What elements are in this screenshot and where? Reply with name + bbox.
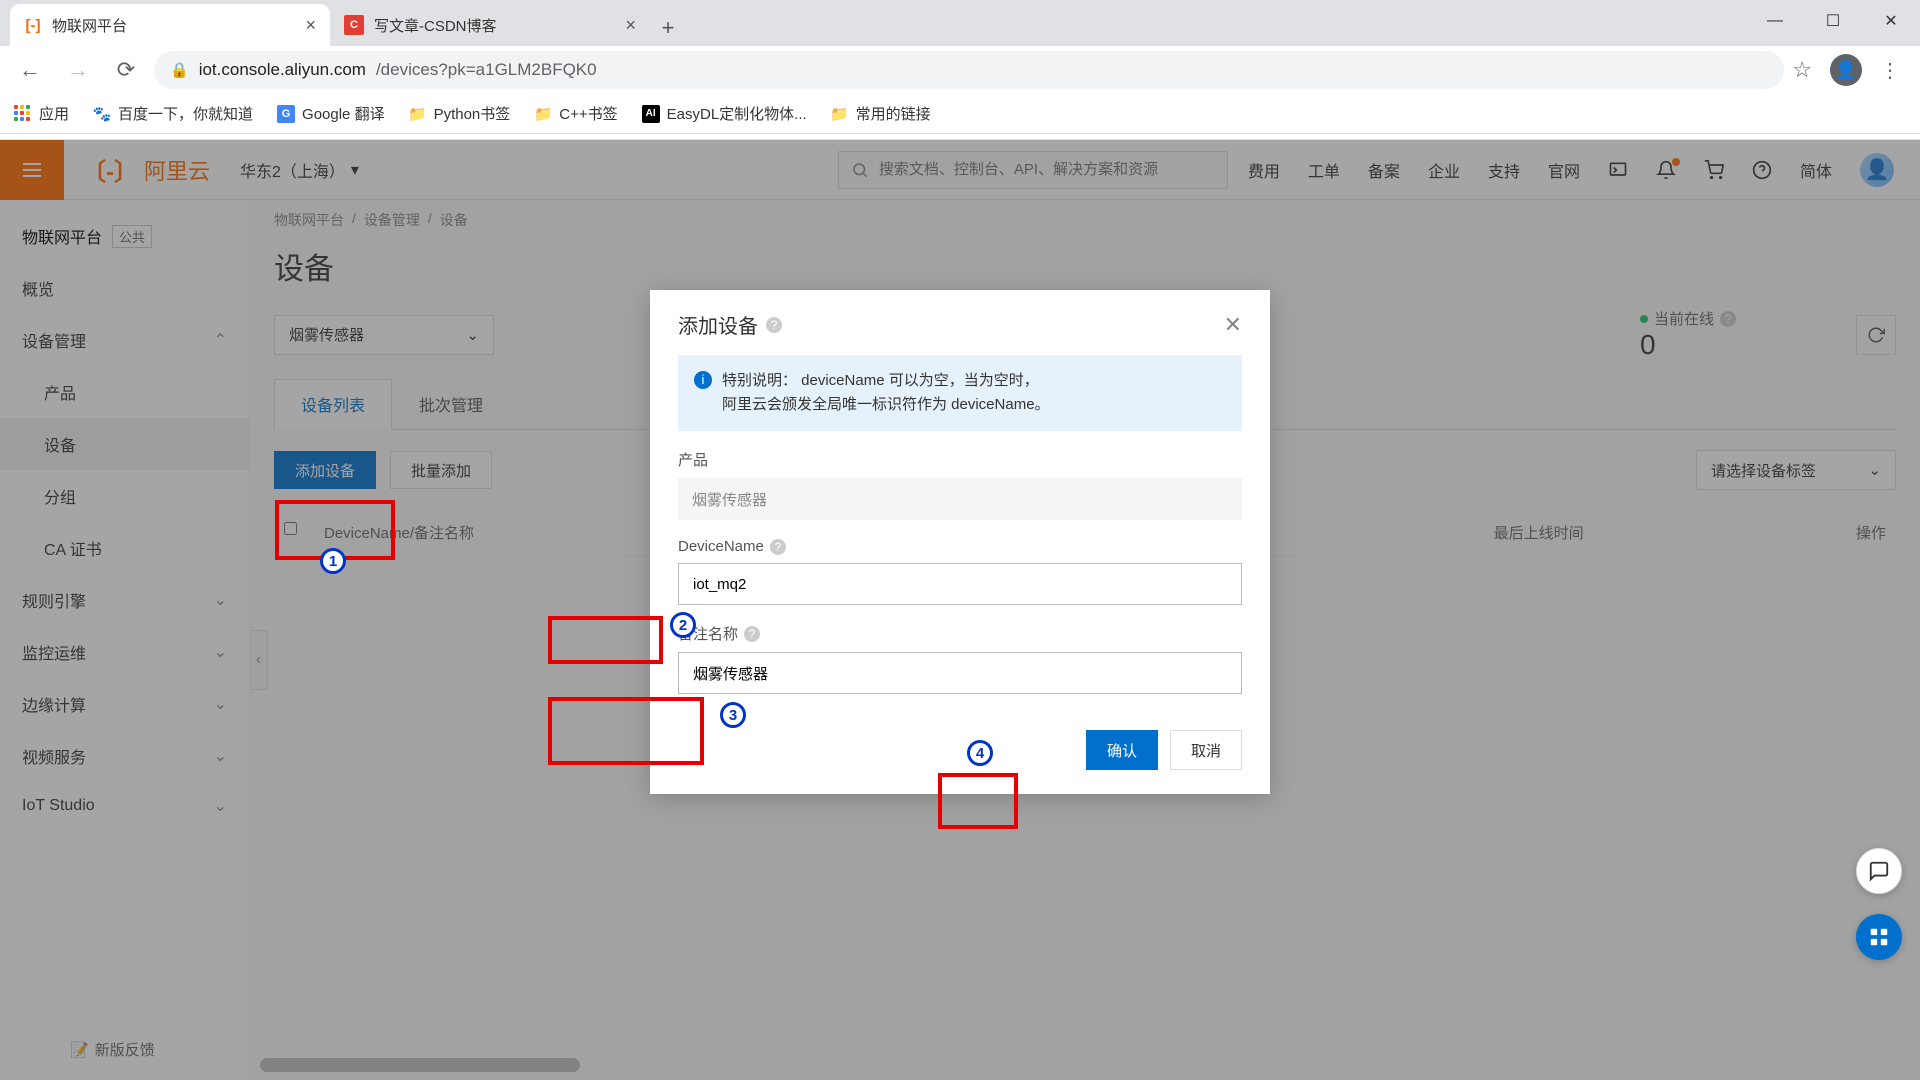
url-domain: iot.console.aliyun.com [199,60,366,80]
bookmark-cpp[interactable]: 📁C++书签 [534,103,617,124]
apps-shortcut[interactable]: 应用 [14,103,69,124]
tab-title: 写文章-CSDN博客 [374,15,615,36]
confirm-button[interactable]: 确认 [1086,730,1158,770]
forward-button[interactable]: → [58,50,98,90]
bookmark-python[interactable]: 📁Python书签 [409,103,511,124]
tab-strip: [-] 物联网平台 × C 写文章-CSDN博客 × + — ☐ ✕ [0,0,1920,46]
profile-avatar-icon[interactable]: 👤 [1830,54,1862,86]
google-translate-icon: G [277,105,295,123]
url-input[interactable]: 🔒 iot.console.aliyun.com/devices?pk=a1GL… [154,51,1784,89]
window-controls: — ☐ ✕ [1746,0,1920,42]
modal-title: 添加设备 ? [678,310,782,339]
folder-icon: 📁 [534,105,552,123]
cancel-button[interactable]: 取消 [1170,730,1242,770]
tab-close-icon[interactable]: × [305,15,316,36]
remark-input[interactable] [678,652,1242,694]
grid-icon [1868,926,1890,948]
info-icon: i [694,371,712,389]
reload-button[interactable]: ⟳ [106,50,146,90]
chat-icon [1868,860,1890,882]
bookmark-common[interactable]: 📁常用的链接 [831,103,931,124]
url-path: /devices?pk=a1GLM2BFQK0 [376,60,597,80]
minimize-button[interactable]: — [1746,0,1804,42]
back-button[interactable]: ← [10,50,50,90]
csdn-favicon: C [344,15,364,35]
modal-body: i 特别说明： deviceName 可以为空，当为空时， 阿里云会颁发全局唯一… [650,349,1270,714]
product-field: 产品 烟雾传感器 [678,449,1242,520]
devicename-field: DeviceName? [678,538,1242,605]
apps-icon [14,105,32,123]
devicename-input[interactable] [678,563,1242,605]
tab-csdn[interactable]: C 写文章-CSDN博客 × [330,4,650,46]
chat-float-button[interactable] [1856,848,1902,894]
tab-title: 物联网平台 [52,15,295,36]
lock-icon: 🔒 [170,61,189,79]
info-notice: i 特别说明： deviceName 可以为空，当为空时， 阿里云会颁发全局唯一… [678,355,1242,431]
bookmarks-bar: 应用 🐾百度一下，你就知道 GGoogle 翻译 📁Python书签 📁C++书… [0,94,1920,134]
tab-iot[interactable]: [-] 物联网平台 × [10,4,330,46]
bookmark-easydl[interactable]: AIEasyDL定制化物体... [642,103,807,124]
tab-close-icon[interactable]: × [625,15,636,36]
new-tab-button[interactable]: + [650,10,686,46]
floating-buttons [1856,848,1902,960]
modal-header: 添加设备 ? ✕ [650,290,1270,349]
remark-field: 备注名称? [678,623,1242,694]
browser-menu-icon[interactable]: ⋮ [1880,58,1900,83]
devicename-label: DeviceName? [678,538,1242,555]
help-tooltip-icon[interactable]: ? [744,626,760,642]
help-tooltip-icon[interactable]: ? [766,317,782,333]
remark-label: 备注名称? [678,623,1242,644]
product-label: 产品 [678,449,1242,470]
modal-footer: 确认 取消 [650,714,1270,794]
close-window-button[interactable]: ✕ [1862,0,1920,42]
bookmark-star-icon[interactable]: ☆ [1792,57,1812,83]
bookmark-gtranslate[interactable]: GGoogle 翻译 [277,103,385,124]
bookmark-baidu[interactable]: 🐾百度一下，你就知道 [93,103,253,124]
modal-close-icon[interactable]: ✕ [1224,312,1242,338]
baidu-icon: 🐾 [93,105,111,123]
app-root: 〔-〕 阿里云 华东2（上海） ▾ 费用 工单 备案 企业 支持 官网 简体 👤 [0,140,1920,1080]
add-device-modal: 添加设备 ? ✕ i 特别说明： deviceName 可以为空，当为空时， 阿… [650,290,1270,794]
folder-icon: 📁 [409,105,427,123]
product-readonly: 烟雾传感器 [678,478,1242,520]
aliyun-favicon: [-] [24,16,42,34]
ai-icon: AI [642,105,660,123]
folder-icon: 📁 [831,105,849,123]
browser-chrome: [-] 物联网平台 × C 写文章-CSDN博客 × + — ☐ ✕ ← → ⟳… [0,0,1920,140]
help-tooltip-icon[interactable]: ? [770,539,786,555]
apps-float-button[interactable] [1856,914,1902,960]
maximize-button[interactable]: ☐ [1804,0,1862,42]
address-bar: ← → ⟳ 🔒 iot.console.aliyun.com/devices?p… [0,46,1920,94]
